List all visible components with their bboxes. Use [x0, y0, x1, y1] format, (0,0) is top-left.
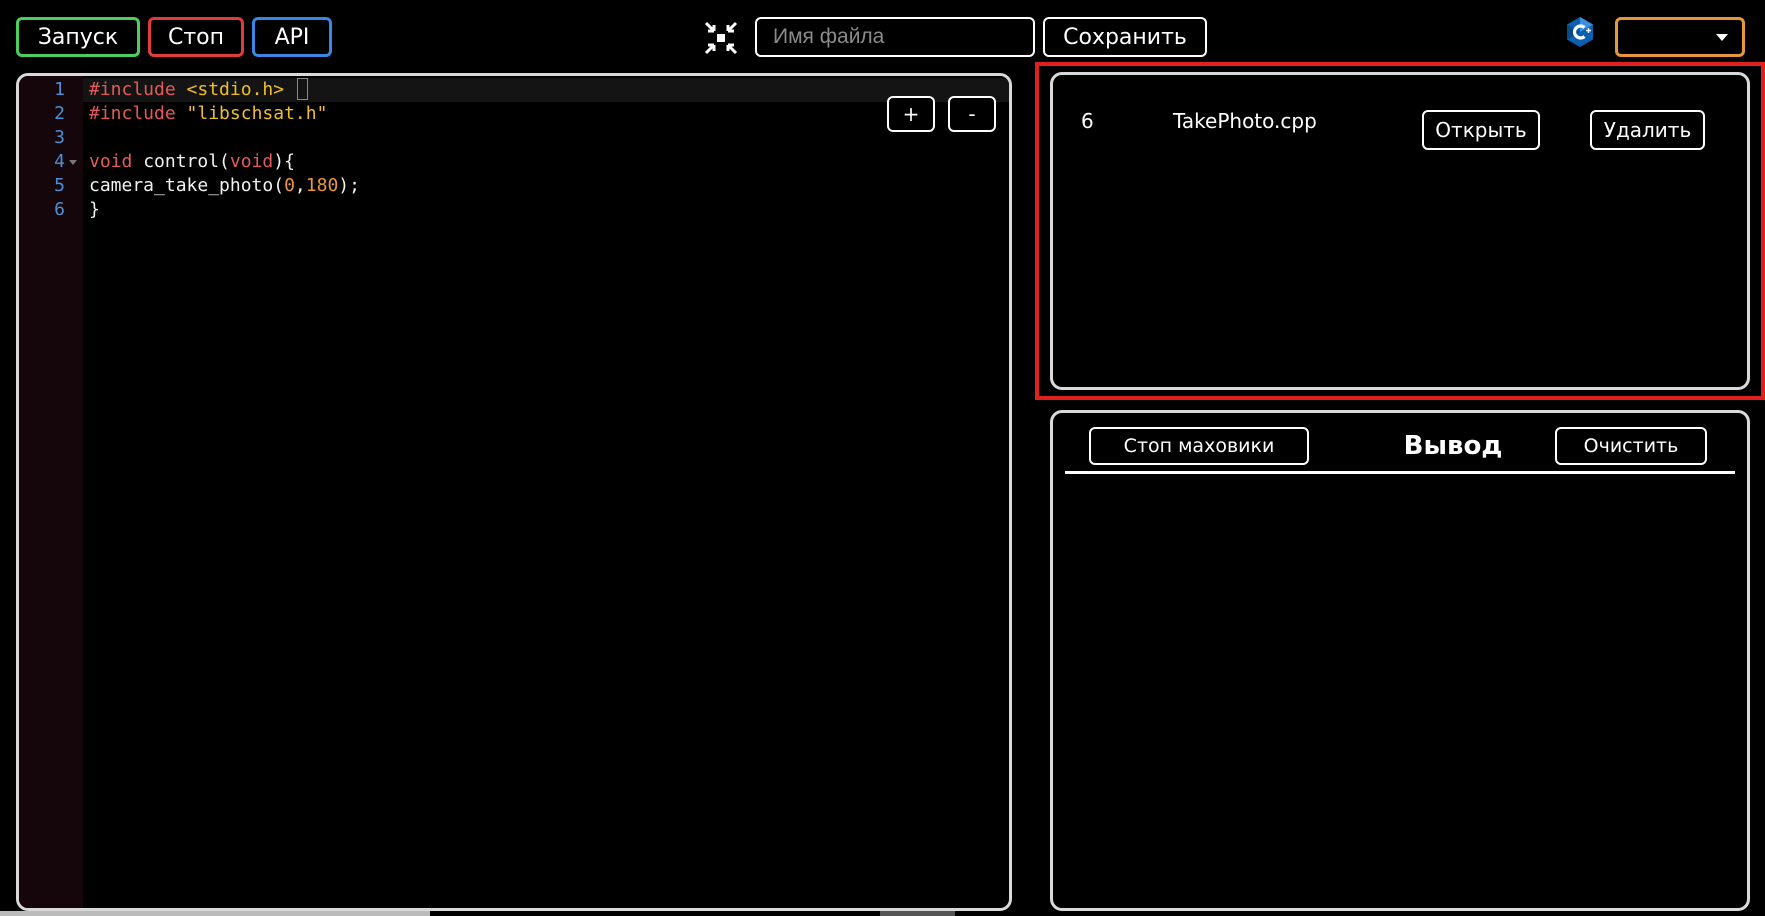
horizontal-scrollbar-thumb[interactable] — [880, 911, 955, 916]
language-select[interactable] — [1615, 17, 1745, 57]
run-button[interactable]: Запуск — [16, 17, 140, 57]
filename-input[interactable] — [755, 17, 1035, 57]
stop-button[interactable]: Стоп — [148, 17, 244, 57]
page: Запуск Стоп API Сохранить 1 2 3 4 5 6 — [0, 0, 1765, 916]
code-token: <stdio.h> — [186, 79, 285, 100]
fold-arrow-icon[interactable] — [69, 160, 77, 165]
code-token: #include — [89, 79, 187, 100]
chevron-down-icon — [1716, 34, 1728, 41]
line-number: 4 — [54, 151, 65, 172]
output-title: Вывод — [1403, 431, 1503, 461]
horizontal-scrollbar[interactable] — [0, 911, 430, 916]
code-token: "libschsat.h" — [186, 103, 328, 124]
cpp-logo-icon — [1567, 17, 1593, 47]
code-token: void — [229, 151, 274, 172]
output-console — [1065, 483, 1735, 898]
code-token: void — [89, 151, 133, 172]
collapse-arrows-icon[interactable] — [703, 20, 739, 56]
line-number: 6 — [54, 199, 65, 220]
line-number: 3 — [54, 127, 65, 148]
line-number: 2 — [54, 103, 65, 124]
zoom-out-button[interactable]: - — [948, 96, 996, 132]
annotation-highlight-box — [1035, 62, 1765, 400]
code-token: #include — [89, 103, 187, 124]
bracket-match-marker — [297, 78, 308, 100]
code-editor[interactable]: 1 2 3 4 5 6 #include <stdio.h> #include … — [16, 73, 1012, 911]
code-line-6: } — [89, 199, 100, 220]
code-line-2: #include "libschsat.h" — [89, 102, 327, 126]
line-number: 1 — [54, 79, 65, 100]
output-divider — [1065, 471, 1735, 474]
line-number: 5 — [54, 175, 65, 196]
save-button[interactable]: Сохранить — [1043, 17, 1207, 57]
code-token: 180 — [305, 175, 339, 196]
code-line-1: #include <stdio.h> — [89, 78, 284, 102]
code-line-4: void control(void){ — [89, 151, 295, 172]
editor-gutter: 1 2 3 4 5 6 — [19, 76, 83, 908]
code-line-5: camera_take_photo(0,180); — [89, 175, 360, 196]
output-panel: Стоп маховики Вывод Очистить — [1050, 410, 1750, 911]
code-area[interactable]: #include <stdio.h> #include "libschsat.h… — [83, 76, 1009, 908]
code-token: 0 — [284, 175, 295, 196]
clear-output-button[interactable]: Очистить — [1555, 427, 1707, 465]
stop-wheels-button[interactable]: Стоп маховики — [1089, 427, 1309, 465]
zoom-in-button[interactable]: + — [887, 96, 935, 132]
api-button[interactable]: API — [252, 17, 332, 57]
